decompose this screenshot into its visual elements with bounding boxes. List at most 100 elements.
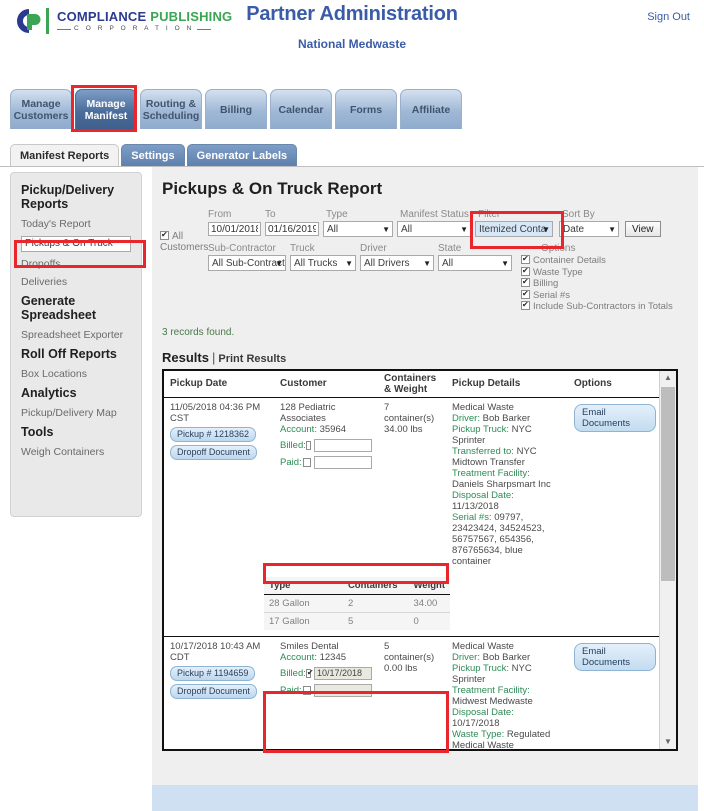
email-documents-button[interactable]: Email Documents [574, 642, 656, 671]
chevron-down-icon: ▼ [501, 259, 509, 268]
sign-out-link[interactable]: Sign Out [647, 11, 690, 23]
sidebar-item-todays-report[interactable]: Today's Report [21, 218, 131, 230]
option-serial-numbers[interactable]: Serial #s [521, 288, 673, 302]
pickup-number-button[interactable]: Pickup # 1218362 [170, 426, 257, 442]
sidebar-heading-pickup-delivery-reports: Pickup/Delivery Reports [21, 183, 115, 211]
manifest-status-select-value: All [401, 223, 413, 235]
state-select[interactable]: All ▼ [438, 255, 512, 271]
option-checkbox[interactable] [521, 253, 530, 265]
label-driver: Driver [360, 243, 387, 254]
view-button[interactable]: View [625, 221, 661, 237]
billed-date-input[interactable] [314, 666, 372, 680]
pickup-number-button[interactable]: Pickup # 1194659 [170, 665, 256, 681]
chevron-down-icon: ▼ [608, 225, 616, 234]
billed-checkbox[interactable] [305, 440, 311, 450]
option-waste-type[interactable]: Waste Type [521, 265, 673, 279]
option-label: Include Sub-Contractors in Totals [533, 301, 673, 312]
tab-affiliate[interactable]: Affiliate [400, 89, 462, 129]
paid-date-input[interactable] [314, 455, 372, 469]
tab-billing[interactable]: Billing [205, 89, 267, 129]
driver-label: Driver: [452, 412, 480, 424]
paid-date-input[interactable] [314, 683, 372, 697]
label-options: Options [541, 243, 576, 254]
paid-checkbox[interactable] [302, 685, 311, 695]
chevron-down-icon: ▼ [460, 225, 468, 234]
treatment-facility-value: Midwest Medwaste [452, 695, 533, 707]
sidebar-item-pickup-delivery-map[interactable]: Pickup/Delivery Map [21, 407, 131, 419]
billed-date-input[interactable] [314, 438, 372, 452]
sidebar-item-weigh-containers[interactable]: Weigh Containers [21, 446, 131, 458]
results-scrollbar[interactable]: ▲ ▼ [659, 370, 676, 749]
chevron-down-icon: ▼ [542, 225, 550, 234]
container-count: 7 container(s) [384, 401, 435, 424]
label-to: To [265, 209, 276, 220]
all-customers-checkbox-group[interactable]: All Customers [160, 229, 208, 253]
subtab-generator-labels[interactable]: Generator Labels [186, 144, 298, 166]
to-date-input[interactable] [265, 222, 319, 236]
option-container-details[interactable]: Container Details [521, 253, 673, 267]
option-include-sub-contractors[interactable]: Include Sub-Contractors in Totals [521, 299, 673, 313]
sidebar-item-box-locations[interactable]: Box Locations [21, 368, 131, 380]
scroll-up-icon[interactable]: ▲ [660, 370, 676, 385]
total-weight: 34.00 lbs [384, 423, 423, 435]
report-filter-form: All Customers From To Type Manifest Stat… [160, 209, 688, 313]
sidebar-item-pickups-on-truck[interactable]: Pickups & On Truck [21, 236, 131, 252]
type-select[interactable]: All ▼ [323, 221, 393, 237]
tab-manage-manifest[interactable]: Manage Manifest [75, 89, 137, 129]
subtab-manifest-reports[interactable]: Manifest Reports [10, 144, 120, 166]
sort-by-select[interactable]: Date ▼ [559, 221, 619, 237]
disposal-date-label: Disposal Date: [452, 489, 514, 501]
option-label: Waste Type [533, 266, 583, 278]
truck-select-value: All Trucks [294, 257, 338, 269]
email-documents-button[interactable]: Email Documents [574, 403, 656, 432]
billed-row: Billed: [280, 438, 372, 452]
filter-select-value: Itemized Conta [479, 223, 547, 235]
pickup-date: 11/05/2018 04:36 PM CST [170, 401, 261, 424]
container-detail-table: Type Containers Weight 28 Gallon 2 34.00… [264, 576, 450, 630]
dropoff-document-button[interactable]: Dropoff Document [170, 444, 257, 460]
report-options-list: Container Details Waste Type Billing Ser… [521, 253, 673, 313]
driver-select[interactable]: All Drivers ▼ [360, 255, 434, 271]
from-date-input[interactable] [208, 222, 261, 236]
customer-name: 128 Pediatric Associates [280, 401, 336, 424]
tab-calendar[interactable]: Calendar [270, 89, 332, 129]
billed-checkbox[interactable] [305, 667, 314, 678]
tab-forms[interactable]: Forms [335, 89, 397, 129]
container-type: 28 Gallon [264, 594, 343, 613]
pickup-truck-label: Pickup Truck: [452, 423, 510, 435]
option-checkbox[interactable] [521, 299, 530, 311]
tab-manage-customers[interactable]: Manage Customers [10, 89, 72, 129]
sidebar-item-dropoffs[interactable]: Dropoffs [21, 258, 131, 270]
pickup-truck-label: Pickup Truck: [452, 662, 510, 674]
state-select-value: All [442, 257, 454, 269]
pickup-date: 10/17/2018 10:43 AM CDT [170, 640, 261, 663]
manifest-status-select[interactable]: All ▼ [397, 221, 471, 237]
scroll-down-icon[interactable]: ▼ [660, 734, 676, 749]
dropoff-document-button[interactable]: Dropoff Document [170, 683, 257, 699]
option-checkbox[interactable] [521, 288, 530, 299]
scrollbar-thumb[interactable] [661, 386, 675, 581]
subtab-settings[interactable]: Settings [121, 144, 185, 166]
sidebar-item-spreadsheet-exporter[interactable]: Spreadsheet Exporter [21, 329, 131, 341]
subtab-label: Manifest Reports [20, 149, 110, 162]
sub-contractor-select[interactable]: All Sub-Contractor ▼ [208, 255, 286, 271]
tab-routing-scheduling[interactable]: Routing & Scheduling [140, 89, 202, 129]
sidebar-item-deliveries[interactable]: Deliveries [21, 276, 131, 288]
paid-checkbox[interactable] [302, 457, 311, 467]
customer-name: Smiles Dental [280, 640, 339, 652]
sidebar-heading-tools: Tools [21, 425, 54, 439]
print-results-link[interactable]: Print Results [218, 353, 286, 365]
label-filter: Filter [478, 209, 501, 220]
filter-select[interactable]: Itemized Conta ▼ [475, 221, 553, 237]
option-checkbox[interactable] [521, 276, 530, 288]
option-billing[interactable]: Billing [521, 276, 673, 290]
paid-label: Paid: [280, 684, 302, 696]
option-checkbox[interactable] [521, 265, 530, 276]
main-panel: Pickups & On Truck Report All Customers … [152, 167, 698, 811]
truck-select[interactable]: All Trucks ▼ [290, 255, 356, 271]
all-customers-checkbox[interactable] [160, 229, 169, 240]
label-sort-by: Sort By [562, 209, 595, 220]
row-pickup-date-cell: 10/17/2018 10:43 AM CDT Pickup # 1194659… [164, 637, 274, 749]
container-count: 2 [342, 594, 409, 613]
chevron-down-icon: ▼ [345, 259, 353, 268]
